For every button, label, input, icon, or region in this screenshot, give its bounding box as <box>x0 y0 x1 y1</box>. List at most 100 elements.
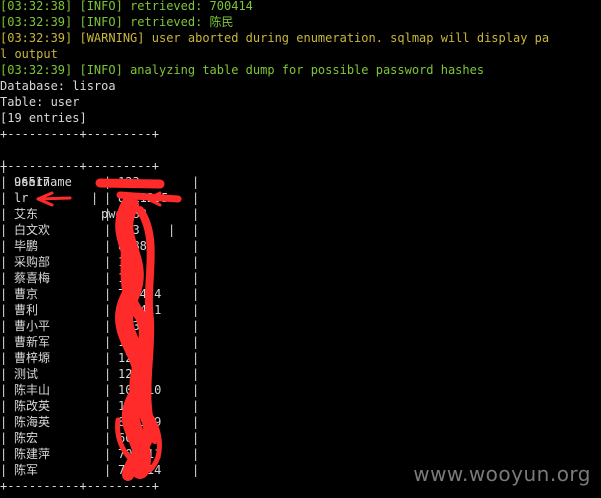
cell-separator: | <box>192 383 200 397</box>
cell-username: 陈军 <box>14 463 39 477</box>
cell-separator: | <box>192 415 200 429</box>
cell-pwd: 123 <box>118 271 140 285</box>
cell-pwd: 123 <box>118 255 140 269</box>
cell-username: 陈丰山 <box>14 383 51 397</box>
cell-pwd: 123 <box>118 335 140 349</box>
cell-separator: | <box>0 191 8 205</box>
cell-pwd: 8911295 <box>118 191 169 205</box>
entries-count: [19 entries] <box>0 111 87 125</box>
cell-username: 陈海英 <box>14 415 51 429</box>
cell-pwd: 881559 <box>118 415 162 429</box>
log-line: [03:32:39] [INFO] retrieved: 陈民 <box>0 15 234 29</box>
log-line: [03:32:39] [INFO] analyzing table dump f… <box>0 63 485 77</box>
table-label: Table: user <box>0 95 80 109</box>
cell-separator: | <box>0 431 8 445</box>
cell-username: 采购部 <box>14 255 51 269</box>
cell-username: 蔡喜梅 <box>14 271 51 285</box>
cell-username: 艾东 <box>14 207 39 221</box>
cell-pwd: 123 <box>118 175 140 189</box>
cell-separator: | <box>192 431 200 445</box>
cell-separator: | <box>104 207 112 221</box>
cell-username: 96517 <box>14 175 51 189</box>
cell-pwd: 700811 <box>118 447 162 461</box>
cell-separator: | <box>0 351 8 365</box>
cell-separator: | <box>192 463 200 477</box>
cell-separator: | <box>192 223 200 237</box>
cell-pwd: 123 <box>118 223 140 237</box>
cell-username: 曹利 <box>14 303 39 317</box>
cell-separator: | <box>192 207 200 221</box>
table-header-row: | username | pwd | <box>0 159 176 237</box>
cell-separator: | <box>192 175 200 189</box>
cell-separator: | <box>0 287 8 301</box>
cell-pwd: 606125 <box>118 431 162 445</box>
cell-separator: | <box>0 239 8 253</box>
cell-separator: | <box>104 463 112 477</box>
cell-username: lr <box>14 191 29 205</box>
cell-username: 曹小平 <box>14 319 51 333</box>
cell-username: 曹京 <box>14 287 39 301</box>
cell-separator: | <box>192 367 200 381</box>
cell-pwd: 123 <box>118 367 140 381</box>
cell-pwd: 000411 <box>118 303 162 317</box>
cell-separator: | <box>104 175 112 189</box>
cell-separator: | <box>192 303 200 317</box>
cell-separator: | <box>104 335 112 349</box>
cell-separator: | <box>0 207 8 221</box>
cell-separator: | <box>192 239 200 253</box>
cell-username: 陈宏 <box>14 431 39 445</box>
cell-separator: | <box>104 351 112 365</box>
cell-separator: | <box>0 335 8 349</box>
cell-separator: | <box>0 319 8 333</box>
database-label: Database: lisroa <box>0 79 116 93</box>
cell-username: 曹梓塬 <box>14 351 51 365</box>
cell-separator: | <box>0 447 8 461</box>
cell-pwd: 9388 <box>118 207 147 221</box>
cell-separator: | <box>104 431 112 445</box>
cell-separator: | <box>0 383 8 397</box>
cell-username: 测试 <box>14 367 39 381</box>
cell-separator: | <box>104 367 112 381</box>
cell-separator: | <box>104 447 112 461</box>
cell-username: 陈建萍 <box>14 447 51 461</box>
cell-pwd: 8088 <box>118 239 147 253</box>
cell-separator: | <box>192 319 200 333</box>
cell-separator: | <box>0 271 8 285</box>
cell-separator: | <box>104 399 112 413</box>
cell-pwd: 12380 <box>118 319 155 333</box>
cell-separator: | <box>192 351 200 365</box>
cell-pwd: 100110 <box>118 383 162 397</box>
cell-username: 陈改英 <box>14 399 51 413</box>
cell-separator: | <box>0 463 8 477</box>
table-border-bottom: +----------+---------+ <box>0 479 159 493</box>
cell-pwd: 123 <box>118 351 140 365</box>
log-line: [03:32:38] [INFO] retrieved: 700414 <box>0 0 253 13</box>
cell-pwd: 700474 <box>118 287 162 301</box>
cell-pwd: 123 <box>118 399 140 413</box>
table-border-top: +----------+---------+ <box>0 127 159 141</box>
cell-separator: | <box>0 367 8 381</box>
terminal-window[interactable]: [03:32:38] [INFO] retrieved: 700414 [03:… <box>0 0 601 498</box>
cell-username: 白文欢 <box>14 223 51 237</box>
cell-separator: | <box>104 191 112 205</box>
cell-separator: | <box>104 223 112 237</box>
cell-separator: | <box>192 271 200 285</box>
cell-pwd: 700414 <box>118 463 162 477</box>
table-border-mid: +----------+---------+ <box>0 159 159 173</box>
cell-separator: | <box>192 399 200 413</box>
cell-username: 毕鹏 <box>14 239 39 253</box>
cell-separator: | <box>0 303 8 317</box>
cell-separator: | <box>0 255 8 269</box>
cell-separator: | <box>192 255 200 269</box>
cell-separator: | <box>104 239 112 253</box>
cell-separator: | <box>104 415 112 429</box>
cell-separator: | <box>192 447 200 461</box>
cell-separator: | <box>0 415 8 429</box>
cell-separator: | <box>104 271 112 285</box>
cell-separator: | <box>0 175 8 189</box>
cell-username: 曹新军 <box>14 335 51 349</box>
watermark: www.wooyun.org <box>413 462 591 486</box>
cell-separator: | <box>0 399 8 413</box>
cell-separator: | <box>104 383 112 397</box>
cell-separator: | <box>192 287 200 301</box>
